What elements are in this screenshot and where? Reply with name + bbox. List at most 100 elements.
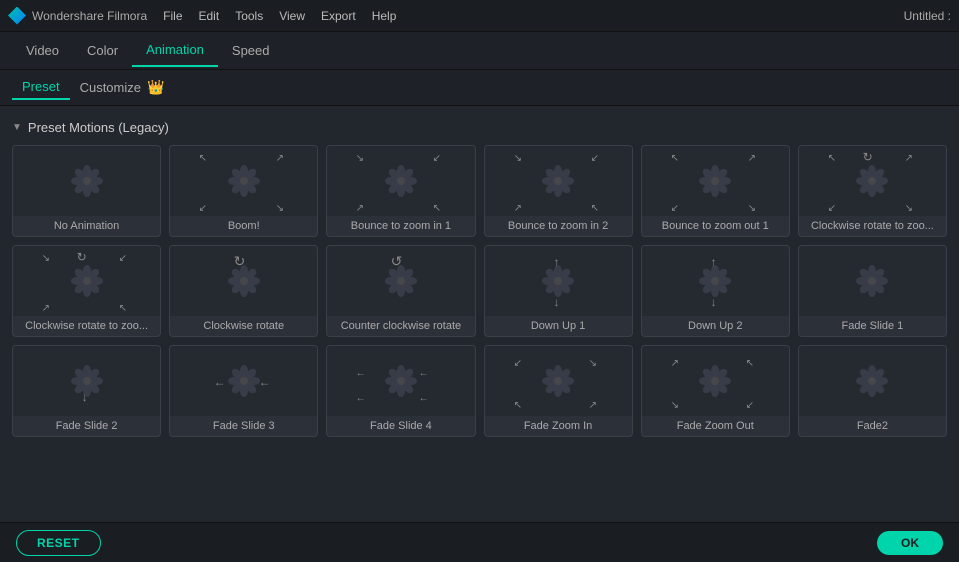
card-label: Fade2 — [799, 416, 946, 436]
svg-text:↘: ↘ — [588, 358, 596, 369]
card-thumbnail: ↻ ↖ ↗ ↙ ↘ — [799, 146, 946, 216]
sub-tab-bar: PresetCustomize👑 — [0, 70, 959, 106]
section-label: Preset Motions (Legacy) — [28, 120, 169, 135]
svg-text:↖: ↖ — [199, 153, 207, 164]
sub-tab-preset[interactable]: Preset — [12, 75, 70, 100]
svg-text:↗: ↗ — [747, 153, 755, 164]
tab-color[interactable]: Color — [73, 35, 132, 66]
svg-text:↘: ↘ — [747, 203, 755, 214]
tab-speed[interactable]: Speed — [218, 35, 284, 66]
animation-card[interactable]: ↖ ↗ ↙ ↘ Bounce to zoom out 1 — [641, 145, 790, 237]
animation-card[interactable]: ↙ ↘ ↖ ↗ Fade Zoom In — [484, 345, 633, 437]
reset-button[interactable]: RESET — [16, 530, 101, 556]
card-label: Boom! — [170, 216, 317, 236]
animation-grid: No Animation ↖ ↗ ↙ ↘ Boom! ↘ ↙ ↗ ↖ — [12, 145, 947, 445]
svg-text:↙: ↙ — [590, 153, 598, 164]
bottom-bar: RESET OK — [0, 522, 959, 562]
app-logo: Wondershare Filmora — [8, 7, 147, 25]
card-thumbnail: ↑ ↓ — [642, 246, 789, 316]
flower-icon — [540, 263, 576, 299]
animation-card[interactable]: ↻ Clockwise rotate — [169, 245, 318, 337]
flower-icon — [697, 163, 733, 199]
flower-icon — [226, 263, 262, 299]
svg-text:↗: ↗ — [276, 153, 284, 164]
svg-text:↗: ↗ — [42, 303, 50, 314]
svg-text:↻: ↻ — [77, 250, 87, 264]
svg-text:↗: ↗ — [356, 203, 364, 214]
flower-icon — [69, 263, 105, 299]
menu-item-tools[interactable]: Tools — [235, 9, 263, 23]
card-label: Fade Zoom In — [485, 416, 632, 436]
animation-card[interactable]: ← ← Fade Slide 3 — [169, 345, 318, 437]
card-label: Bounce to zoom in 1 — [327, 216, 474, 236]
app-name: Wondershare Filmora — [32, 9, 147, 23]
card-label: Clockwise rotate — [170, 316, 317, 336]
card-thumbnail: ↘ ↙ ↗ ↖ — [327, 146, 474, 216]
card-label: Down Up 1 — [485, 316, 632, 336]
card-thumbnail: ↻ — [170, 246, 317, 316]
svg-text:↙: ↙ — [433, 153, 441, 164]
card-thumbnail — [799, 246, 946, 316]
svg-text:↙: ↙ — [119, 253, 127, 264]
animation-card[interactable]: ↻ ↘ ↙ ↗ ↖ Clockwise rotate to zoo... — [12, 245, 161, 337]
menu-item-edit[interactable]: Edit — [199, 9, 220, 23]
animation-card[interactable]: ↓ Fade Slide 2 — [12, 345, 161, 437]
ok-button[interactable]: OK — [877, 531, 943, 555]
svg-text:↙: ↙ — [199, 203, 207, 214]
card-thumbnail: ← ← — [170, 346, 317, 416]
card-label: Bounce to zoom out 1 — [642, 216, 789, 236]
svg-text:←: ← — [356, 393, 366, 404]
animation-card[interactable]: ↖ ↗ ↙ ↘ Boom! — [169, 145, 318, 237]
svg-text:↻: ↻ — [862, 150, 872, 164]
menu-item-help[interactable]: Help — [372, 9, 397, 23]
flower-icon — [69, 363, 105, 399]
flower-icon — [226, 363, 262, 399]
animation-card[interactable]: ↺ Counter clockwise rotate — [326, 245, 475, 337]
card-thumbnail — [799, 346, 946, 416]
svg-text:↗: ↗ — [588, 400, 596, 411]
menu-item-file[interactable]: File — [163, 9, 182, 23]
card-thumbnail: ↖ ↗ ↙ ↘ — [170, 146, 317, 216]
flower-icon — [69, 163, 105, 199]
svg-text:↘: ↘ — [670, 400, 678, 411]
crown-icon: 👑 — [147, 79, 164, 95]
menu-bar[interactable]: File Edit Tools View Export Help — [163, 9, 396, 23]
menu-item-export[interactable]: Export — [321, 9, 356, 23]
svg-text:↙: ↙ — [670, 203, 678, 214]
flower-icon — [540, 163, 576, 199]
svg-text:←: ← — [419, 368, 429, 379]
animation-card[interactable]: ↑ ↓ Down Up 1 — [484, 245, 633, 337]
animation-card[interactable]: Fade Slide 1 — [798, 245, 947, 337]
animation-card[interactable]: ↘ ↙ ↗ ↖ Bounce to zoom in 2 — [484, 145, 633, 237]
flower-icon — [697, 263, 733, 299]
card-label: Clockwise rotate to zoo... — [799, 216, 946, 236]
card-thumbnail: ↙ ↘ ↖ ↗ — [485, 346, 632, 416]
card-label: Fade Slide 1 — [799, 316, 946, 336]
flower-icon — [540, 363, 576, 399]
svg-text:↘: ↘ — [276, 203, 284, 214]
sub-tab-customize[interactable]: Customize👑 — [70, 75, 175, 100]
animation-card[interactable]: ↑ ↓ Down Up 2 — [641, 245, 790, 337]
card-label: Counter clockwise rotate — [327, 316, 474, 336]
animation-card[interactable]: No Animation — [12, 145, 161, 237]
card-label: No Animation — [13, 216, 160, 236]
section-header[interactable]: ▼ Preset Motions (Legacy) — [12, 114, 947, 145]
svg-text:↖: ↖ — [827, 153, 835, 164]
card-thumbnail: ↻ ↘ ↙ ↗ ↖ — [13, 246, 160, 316]
animation-card[interactable]: ↘ ↙ ↗ ↖ Bounce to zoom in 1 — [326, 145, 475, 237]
svg-text:↗: ↗ — [904, 153, 912, 164]
card-thumbnail: ↖ ↗ ↙ ↘ — [642, 146, 789, 216]
flower-icon — [854, 163, 890, 199]
tab-video[interactable]: Video — [12, 35, 73, 66]
tab-animation[interactable]: Animation — [132, 34, 218, 67]
card-thumbnail: ↗ ↖ ↘ ↙ — [642, 346, 789, 416]
animation-card[interactable]: ← ← ← ← Fade Slide 4 — [326, 345, 475, 437]
svg-text:↖: ↖ — [745, 358, 753, 369]
flower-icon — [383, 163, 419, 199]
svg-text:↖: ↖ — [670, 153, 678, 164]
animation-card[interactable]: ↗ ↖ ↘ ↙ Fade Zoom Out — [641, 345, 790, 437]
animation-card[interactable]: Fade2 — [798, 345, 947, 437]
card-label: Fade Zoom Out — [642, 416, 789, 436]
animation-card[interactable]: ↻ ↖ ↗ ↙ ↘ Clockwise rotate to zoo... — [798, 145, 947, 237]
menu-item-view[interactable]: View — [279, 9, 305, 23]
